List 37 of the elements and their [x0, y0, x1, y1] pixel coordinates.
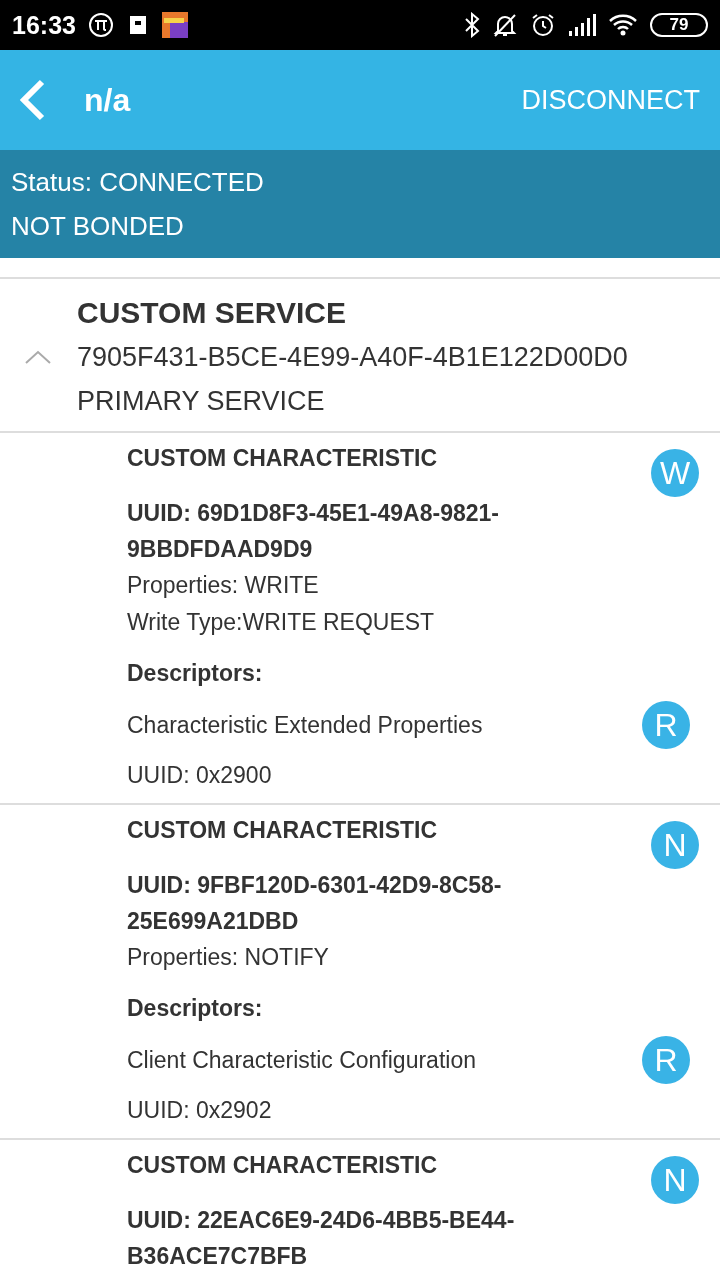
- properties-text: Properties: NOTIFY: [127, 943, 330, 972]
- characteristic-name: CUSTOM CHARACTERISTIC: [127, 1151, 439, 1180]
- properties-text: Properties: WRITE: [127, 571, 320, 600]
- descriptor-uuid: UUID: 0x2902: [127, 1096, 273, 1125]
- app-icon: [161, 12, 188, 38]
- characteristic-uuid: UUID: 69D1D8F3-45E1-49A8-9821-9BBDFDAAD9D9: [127, 499, 500, 564]
- service-uuid: 7905F431-B5CE-4E99-A40F-4B1E122D00D0: [77, 341, 629, 374]
- descriptors-label: Descriptors:: [127, 994, 264, 1023]
- pi-icon: [87, 12, 114, 38]
- service-type: PRIMARY SERVICE: [77, 385, 326, 418]
- muted-bell-icon: [492, 12, 518, 38]
- clock-time: 16:33: [12, 10, 76, 40]
- property-badge[interactable]: N: [651, 1156, 699, 1204]
- property-badge[interactable]: N: [651, 821, 699, 869]
- property-badge[interactable]: W: [651, 449, 699, 497]
- characteristic-name: CUSTOM CHARACTERISTIC: [127, 444, 439, 473]
- battery-indicator: 79: [650, 13, 708, 37]
- disconnect-button[interactable]: DISCONNECT: [521, 80, 700, 120]
- characteristic-uuid: UUID: 9FBF120D-6301-42D9-8C58-25E699A21DBD: [127, 871, 503, 936]
- descriptor-uuid: UUID: 0x2900: [127, 761, 273, 790]
- descriptor-name: Characteristic Extended Properties: [127, 711, 484, 740]
- chevron-up-icon[interactable]: [24, 350, 51, 364]
- descriptor-name: Client Characteristic Configuration: [127, 1046, 477, 1075]
- write-type-text: Write Type:WRITE REQUEST: [127, 608, 436, 637]
- device-title: n/a: [84, 81, 131, 119]
- descriptors-label: Descriptors:: [127, 659, 264, 688]
- wifi-icon: [608, 13, 638, 37]
- connection-status: Status: CONNECTED: [11, 167, 265, 197]
- property-badge[interactable]: R: [642, 701, 690, 749]
- characteristic-uuid: UUID: 22EAC6E9-24D6-4BB5-BE44-B36ACE7C7BFB: [127, 1206, 516, 1271]
- property-badge[interactable]: R: [642, 1036, 690, 1084]
- characteristic-name: CUSTOM CHARACTERISTIC: [127, 816, 439, 845]
- alarm-icon: [530, 12, 556, 38]
- signal-icon: [568, 13, 596, 37]
- service-name: CUSTOM SERVICE: [77, 295, 347, 331]
- bond-status: NOT BONDED: [11, 211, 185, 241]
- bluetooth-icon: [464, 12, 480, 38]
